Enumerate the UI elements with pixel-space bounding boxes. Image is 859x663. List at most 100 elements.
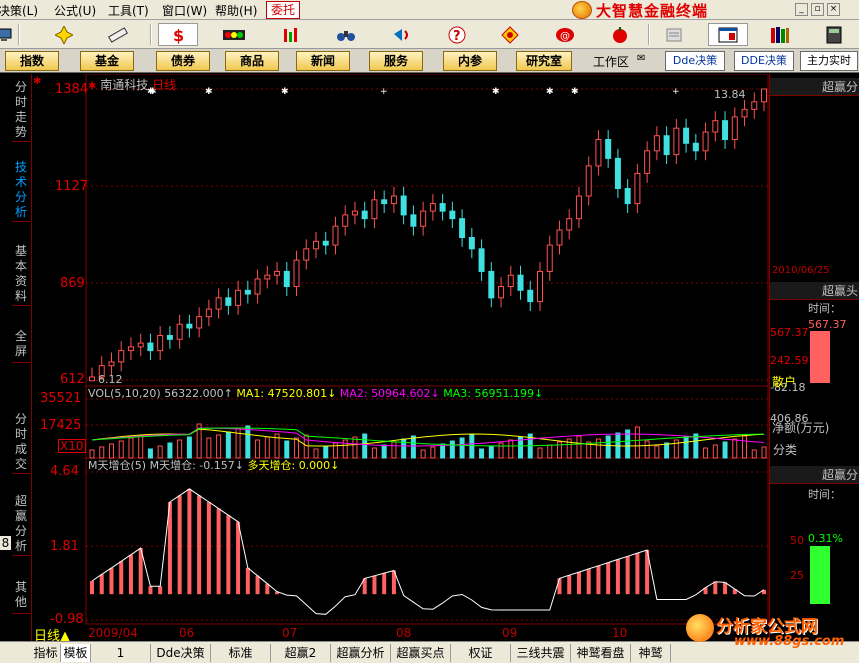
bars-icon[interactable] bbox=[272, 23, 312, 46]
candle-body bbox=[575, 195, 582, 220]
tab-chaoying[interactable]: 超赢分析 bbox=[12, 494, 30, 556]
ind-red-bar bbox=[226, 515, 231, 595]
bt-tab-template[interactable]: 模板 bbox=[61, 644, 91, 662]
volume-bar bbox=[381, 444, 387, 459]
volume-bar bbox=[693, 433, 699, 459]
minimize-button[interactable]: _ bbox=[795, 3, 808, 16]
menu-decision[interactable]: 决策(L) bbox=[0, 2, 38, 19]
x-label-06: 06 bbox=[179, 626, 195, 640]
ind-red-bar bbox=[382, 573, 387, 595]
vol-y-label-mid: 17425 bbox=[40, 418, 82, 433]
close-button[interactable]: × bbox=[827, 3, 840, 16]
ind-line bbox=[91, 488, 765, 615]
main-panel-frame bbox=[85, 74, 769, 387]
rp-p2: 0.31% bbox=[808, 532, 843, 545]
fb-bond-button[interactable]: 债券 bbox=[156, 51, 210, 71]
books-icon[interactable] bbox=[760, 23, 800, 46]
menu-help[interactable]: 帮助(H) bbox=[215, 2, 257, 19]
chat-icon[interactable]: @ bbox=[545, 23, 585, 46]
dollar-icon[interactable]: $ bbox=[158, 23, 198, 46]
chart-svg[interactable]: ✱ ✱ ✱ ✱ + ✱ ✱ ✱ + bbox=[32, 74, 769, 625]
volume-bar bbox=[108, 443, 114, 459]
traffic-light-icon[interactable] bbox=[214, 23, 254, 46]
tab-fundamental[interactable]: 基本资料 bbox=[12, 244, 30, 306]
fb-research-button[interactable]: 研究室 bbox=[516, 51, 572, 71]
bt-tab-buy-point[interactable]: 超赢买点 bbox=[391, 644, 451, 662]
x-label-10: 10 bbox=[612, 626, 628, 640]
ind-red-bar bbox=[119, 561, 124, 595]
chart-area[interactable]: ✱ ✱ ✱ ✱ + ✱ ✱ ✱ + bbox=[32, 74, 769, 625]
candle-body bbox=[614, 157, 621, 190]
menu-formula[interactable]: 公式(U) bbox=[54, 2, 96, 19]
volume-bar bbox=[118, 440, 124, 459]
volume-bar bbox=[177, 439, 183, 459]
fb-service-button[interactable]: 服务 bbox=[369, 51, 423, 71]
restore-button[interactable]: ▫ bbox=[811, 3, 824, 16]
volume-bar bbox=[537, 447, 543, 459]
bt-tab-chaoying2[interactable]: 超赢2 bbox=[271, 644, 331, 662]
left-sidebar: 分时走势 技术分析 基本资料 全屏 分时成交 超赢分析 其他 bbox=[0, 74, 32, 641]
menu-tools[interactable]: 工具(T) bbox=[108, 2, 149, 19]
candle-body bbox=[498, 286, 505, 299]
fb-index-button[interactable]: 指数 bbox=[5, 51, 59, 71]
candle-body bbox=[722, 120, 729, 141]
menu-window[interactable]: 窗口(W) bbox=[162, 2, 207, 19]
svg-text:$: $ bbox=[173, 26, 184, 44]
tab-ticks[interactable]: 分时成交 bbox=[12, 412, 30, 474]
bt-tab-chaoying-analysis[interactable]: 超赢分析 bbox=[331, 644, 391, 662]
ruler-icon[interactable] bbox=[98, 23, 138, 46]
fb-commodity-button[interactable]: 商品 bbox=[225, 51, 279, 71]
volume-bar bbox=[362, 433, 368, 459]
bt-tab-shenjiu[interactable]: 神鹫看盘 bbox=[571, 644, 631, 662]
ma3-label: MA3: bbox=[443, 387, 471, 400]
document-icon[interactable] bbox=[654, 23, 694, 46]
candle-body bbox=[313, 240, 319, 250]
tab-fullscreen[interactable]: 全屏 bbox=[12, 329, 30, 363]
bt-tab-indicator[interactable]: 指标 bbox=[31, 644, 61, 662]
calculator-icon[interactable] bbox=[814, 23, 854, 46]
help-question-icon[interactable]: ? bbox=[437, 23, 477, 46]
apple-icon[interactable] bbox=[600, 23, 640, 46]
candle-body bbox=[186, 323, 193, 329]
candle-body bbox=[673, 127, 680, 156]
realtime-button[interactable]: 主力实时 bbox=[800, 51, 858, 71]
volume-bar bbox=[430, 446, 436, 459]
weituo-tab[interactable]: 委托 bbox=[266, 1, 300, 19]
diamond-icon[interactable] bbox=[490, 23, 530, 46]
dde-decision2-button[interactable]: DDE决策 bbox=[734, 51, 794, 71]
ind-red-bar bbox=[206, 502, 211, 595]
candle-body bbox=[196, 316, 203, 329]
tab-technical[interactable]: 技术分析 bbox=[12, 160, 30, 222]
broadcast-icon[interactable] bbox=[382, 23, 422, 46]
bt-tab-dde[interactable]: Dde决策 bbox=[151, 644, 211, 662]
window-layout-icon[interactable] bbox=[708, 23, 748, 46]
crosshair-icon[interactable] bbox=[44, 23, 84, 46]
bt-tab-three-lines[interactable]: 三线共震 bbox=[511, 644, 571, 662]
candle-body bbox=[468, 237, 475, 250]
ind-red-bar bbox=[128, 554, 133, 595]
ind-y-label-mid: 1.81 bbox=[50, 539, 79, 554]
candle-body bbox=[449, 210, 456, 220]
bt-tab-warrant[interactable]: 权证 bbox=[451, 644, 511, 662]
ind-red-bar bbox=[635, 553, 640, 595]
bt-tab-1[interactable]: 1 bbox=[91, 644, 151, 662]
monitor-icon[interactable] bbox=[0, 23, 16, 46]
tab-other[interactable]: 其他 bbox=[12, 580, 30, 614]
candle-body bbox=[527, 289, 534, 303]
fb-fund-button[interactable]: 基金 bbox=[80, 51, 134, 71]
bt-tab-standard[interactable]: 标准 bbox=[211, 644, 271, 662]
fb-insider-button[interactable]: 内参 bbox=[443, 51, 497, 71]
bt-tab-shenjiu2[interactable]: 神鹫 bbox=[631, 644, 671, 662]
watermark-url: www.88gs.com bbox=[734, 634, 845, 649]
tab-intraday[interactable]: 分时走势 bbox=[12, 80, 30, 142]
candle-body bbox=[127, 346, 134, 352]
mail-icon[interactable]: ✉ bbox=[637, 53, 645, 64]
volume-bar bbox=[264, 436, 270, 459]
fb-news-button[interactable]: 新闻 bbox=[296, 51, 350, 71]
candle-body bbox=[537, 270, 543, 303]
workspace-label[interactable]: 工作区 bbox=[593, 53, 629, 70]
dde-decision-button[interactable]: Dde决策 bbox=[665, 51, 725, 71]
volume-bar bbox=[449, 440, 455, 459]
binoculars-icon[interactable] bbox=[326, 23, 366, 46]
volume-bar bbox=[712, 444, 718, 459]
